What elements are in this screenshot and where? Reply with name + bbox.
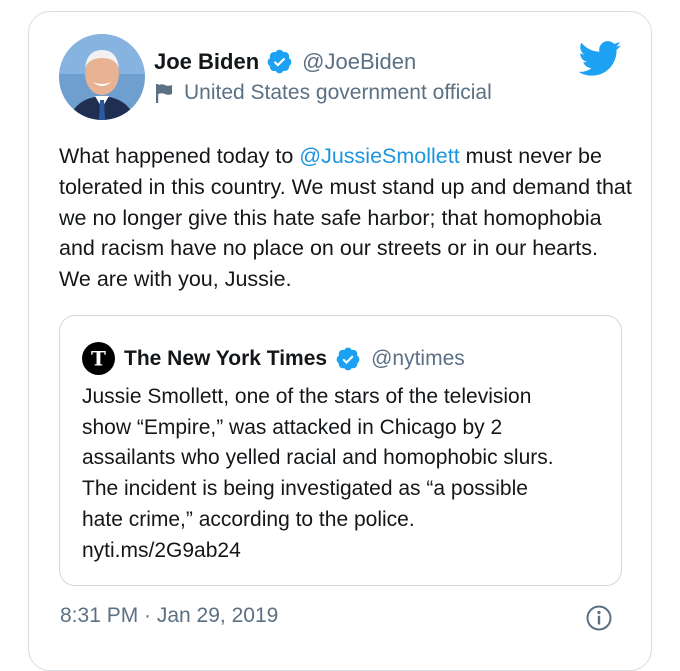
quoted-text-line: show “Empire,” was attacked in Chicago b… <box>82 415 503 439</box>
quoted-link[interactable]: nyti.ms/2G9ab24 <box>82 536 607 567</box>
quoted-text-line: hate crime,” according to the police. <box>82 507 415 531</box>
twitter-bird-icon[interactable] <box>578 41 622 77</box>
svg-text:T: T <box>91 347 106 371</box>
author-line: Joe Biden @JoeBiden <box>154 48 416 75</box>
nyt-logo-icon[interactable]: T <box>82 342 115 375</box>
quoted-tweet[interactable]: T The New York Times @nytimes Jussie Smo… <box>59 315 622 586</box>
tweet-text: What happened today to @JussieSmollett m… <box>59 141 634 295</box>
flag-icon <box>154 82 174 104</box>
quoted-text-line: assailants who yelled racial and homopho… <box>82 446 554 470</box>
tweet-timestamp[interactable]: 8:31 PM · Jan 29, 2019 <box>60 604 278 628</box>
verified-badge-icon <box>266 48 293 75</box>
verified-badge-icon <box>335 346 361 372</box>
tweet-text-start: What happened today to <box>59 144 300 168</box>
mention-link[interactable]: @JussieSmollett <box>299 144 459 168</box>
author-avatar[interactable] <box>59 34 145 120</box>
quoted-author-name[interactable]: The New York Times <box>124 347 327 371</box>
author-name[interactable]: Joe Biden <box>154 49 259 75</box>
government-label-text: United States government official <box>184 81 492 104</box>
government-label[interactable]: United States government official <box>154 81 492 105</box>
quoted-text-line: The incident is being investigated as “a… <box>82 477 528 501</box>
author-handle[interactable]: @JoeBiden <box>302 49 416 75</box>
quoted-author-handle[interactable]: @nytimes <box>371 347 465 371</box>
quoted-text-line: Jussie Smollett, one of the stars of the… <box>82 385 532 408</box>
tweet-card: Joe Biden @JoeBiden United States govern… <box>28 11 652 671</box>
quoted-tweet-text: Jussie Smollett, one of the stars of the… <box>82 382 607 566</box>
info-icon[interactable] <box>585 604 613 632</box>
quoted-tweet-header: T The New York Times @nytimes <box>82 342 465 375</box>
